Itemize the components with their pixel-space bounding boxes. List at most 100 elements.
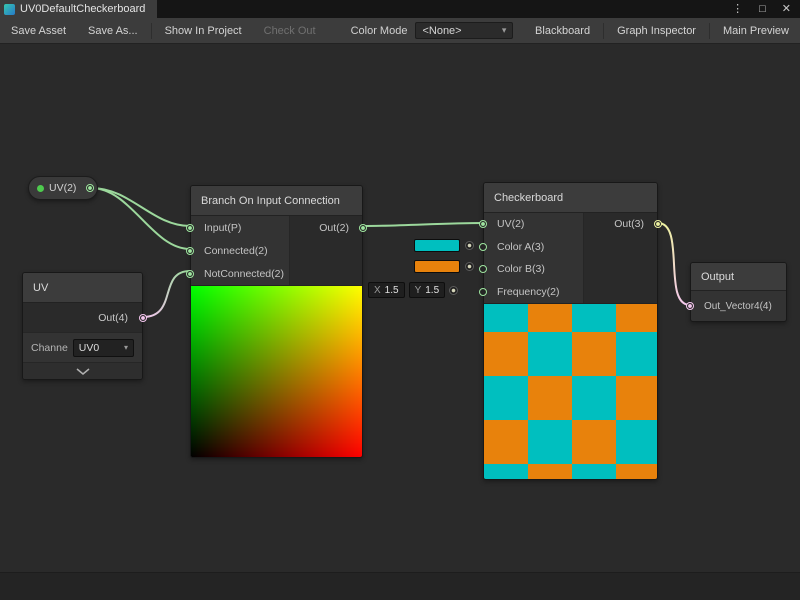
output-node-header[interactable]: Output xyxy=(691,263,786,291)
checkerboard-frequency-port[interactable] xyxy=(479,288,487,296)
uv-channel-control: Channe UV0 ▾ xyxy=(23,333,142,363)
graph-inspector-button[interactable]: Graph Inspector xyxy=(606,18,707,43)
frequency-connector-dot[interactable] xyxy=(449,286,458,295)
branch-output-row: Out(2) xyxy=(290,216,362,239)
checkerboard-node[interactable]: Checkerboard UV(2) Color A(3) Color B(3) xyxy=(483,182,658,480)
branch-out-port[interactable] xyxy=(359,224,367,232)
checkerboard-frequency-label: Frequency(2) xyxy=(497,286,559,298)
frequency-y-axis-label: Y xyxy=(415,285,422,296)
checkerboard-color-a-label: Color A(3) xyxy=(497,241,544,253)
chevron-down-icon: ▾ xyxy=(124,343,128,352)
branch-node-preview xyxy=(191,285,362,457)
output-input-row: Out_Vector4(4) xyxy=(691,291,786,321)
save-as-button[interactable]: Save As... xyxy=(77,18,149,43)
shader-graph-asset-icon xyxy=(4,4,15,15)
edge-property-to-connected[interactable] xyxy=(91,188,190,249)
color-mode-dropdown[interactable]: <None> ▾ xyxy=(415,22,513,39)
branch-notconnected-port[interactable] xyxy=(186,270,194,278)
checkerboard-uv-label: UV(2) xyxy=(497,218,524,230)
uv-property-output-port[interactable] xyxy=(86,184,94,192)
edge-property-to-input[interactable] xyxy=(91,188,190,226)
checkerboard-out-label: Out(3) xyxy=(614,218,644,230)
uv-property-node[interactable]: UV(2) xyxy=(28,176,98,200)
frequency-widget: X 1.5 Y 1.5 xyxy=(368,282,458,298)
output-in-port[interactable] xyxy=(686,302,694,310)
frequency-y-field[interactable]: Y 1.5 xyxy=(409,282,446,298)
show-in-project-button[interactable]: Show In Project xyxy=(154,18,253,43)
uv-out-label: Out(4) xyxy=(98,312,128,324)
color-a-swatch[interactable] xyxy=(414,239,460,252)
color-mode-label: Color Mode xyxy=(327,25,416,37)
color-b-connector-dot[interactable] xyxy=(465,262,474,271)
branch-out-label: Out(2) xyxy=(319,222,349,234)
checkerboard-node-header[interactable]: Checkerboard xyxy=(484,183,657,213)
uv-node[interactable]: UV Out(4) Channe UV0 ▾ xyxy=(22,272,143,380)
branch-input-row: Input(P) xyxy=(191,216,289,239)
color-mode-value: <None> xyxy=(422,25,461,37)
color-b-widget xyxy=(414,260,474,273)
checkerboard-out-port[interactable] xyxy=(654,220,662,228)
graph-canvas[interactable]: UV(2) Branch On Input Connection Input(P… xyxy=(0,44,800,600)
graph-tab[interactable]: UV0DefaultCheckerboard xyxy=(0,0,157,18)
checkerboard-color-b-label: Color B(3) xyxy=(497,263,545,275)
branch-input-p-port[interactable] xyxy=(186,224,194,232)
bottom-panel-edge xyxy=(0,572,800,600)
checkerboard-color-a-row: Color A(3) xyxy=(484,236,583,259)
toolbar-divider xyxy=(709,23,710,39)
branch-input-row: NotConnected(2) xyxy=(191,262,289,285)
save-asset-button[interactable]: Save Asset xyxy=(0,18,77,43)
uv-output-row: Out(4) xyxy=(23,303,142,333)
branch-node[interactable]: Branch On Input Connection Input(P) Conn… xyxy=(190,185,363,458)
output-node-title: Output xyxy=(701,271,734,283)
chevron-down-icon: ▾ xyxy=(502,25,507,36)
shader-graph-toolbar: Save Asset Save As... Show In Project Ch… xyxy=(0,18,800,44)
output-node[interactable]: Output Out_Vector4(4) xyxy=(690,262,787,322)
color-a-connector-dot[interactable] xyxy=(465,241,474,250)
edge-branch-to-checkerboard[interactable] xyxy=(363,223,483,226)
checkerboard-output-row: Out(3) xyxy=(584,213,657,235)
branch-connected-label: Connected(2) xyxy=(204,245,268,257)
checkerboard-uv-port[interactable] xyxy=(479,220,487,228)
frequency-x-field[interactable]: X 1.5 xyxy=(368,282,405,298)
toolbar-divider xyxy=(603,23,604,39)
checkerboard-node-title: Checkerboard xyxy=(494,192,563,204)
edge-uvout-to-notconnected[interactable] xyxy=(143,271,190,317)
channel-value: UV0 xyxy=(79,342,99,354)
maximize-icon[interactable]: □ xyxy=(759,4,766,15)
checkerboard-uv-row: UV(2) xyxy=(484,213,583,236)
uv-node-header[interactable]: UV xyxy=(23,273,142,303)
chevron-down-icon xyxy=(76,368,90,375)
branch-node-header[interactable]: Branch On Input Connection xyxy=(191,186,362,216)
checkerboard-preview xyxy=(484,303,657,479)
channel-label: Channe xyxy=(31,342,68,354)
checkerboard-color-b-port[interactable] xyxy=(479,265,487,273)
uv-out-port[interactable] xyxy=(139,314,147,322)
title-bar: UV0DefaultCheckerboard ⋮ □ ✕ xyxy=(0,0,800,18)
branch-connected-port[interactable] xyxy=(186,247,194,255)
branch-node-title: Branch On Input Connection xyxy=(201,195,340,207)
checkerboard-frequency-row: Frequency(2) xyxy=(484,281,583,304)
close-icon[interactable]: ✕ xyxy=(782,4,791,15)
node-collapse-toggle[interactable] xyxy=(23,363,142,379)
branch-notconnected-label: NotConnected(2) xyxy=(204,268,284,280)
check-out-button: Check Out xyxy=(253,18,327,43)
checkerboard-color-b-row: Color B(3) xyxy=(484,258,583,281)
frequency-y-value: 1.5 xyxy=(425,285,439,296)
blackboard-button[interactable]: Blackboard xyxy=(524,18,601,43)
color-a-widget xyxy=(414,239,474,252)
channel-dropdown[interactable]: UV0 ▾ xyxy=(73,339,134,357)
branch-input-row: Connected(2) xyxy=(191,239,289,262)
uv-property-label: UV(2) xyxy=(49,182,76,194)
branch-input-p-label: Input(P) xyxy=(204,222,241,234)
frequency-x-value: 1.5 xyxy=(385,285,399,296)
toolbar-divider xyxy=(151,23,152,39)
graph-tab-title: UV0DefaultCheckerboard xyxy=(20,3,145,15)
output-in-label: Out_Vector4(4) xyxy=(704,301,772,312)
color-b-swatch[interactable] xyxy=(414,260,460,273)
checkerboard-color-a-port[interactable] xyxy=(479,243,487,251)
window-menu-icon[interactable]: ⋮ xyxy=(732,4,743,15)
edge-checkerboard-to-output[interactable] xyxy=(658,223,690,305)
uv-node-title: UV xyxy=(33,282,48,294)
property-type-dot xyxy=(37,185,44,192)
main-preview-button[interactable]: Main Preview xyxy=(712,18,800,43)
